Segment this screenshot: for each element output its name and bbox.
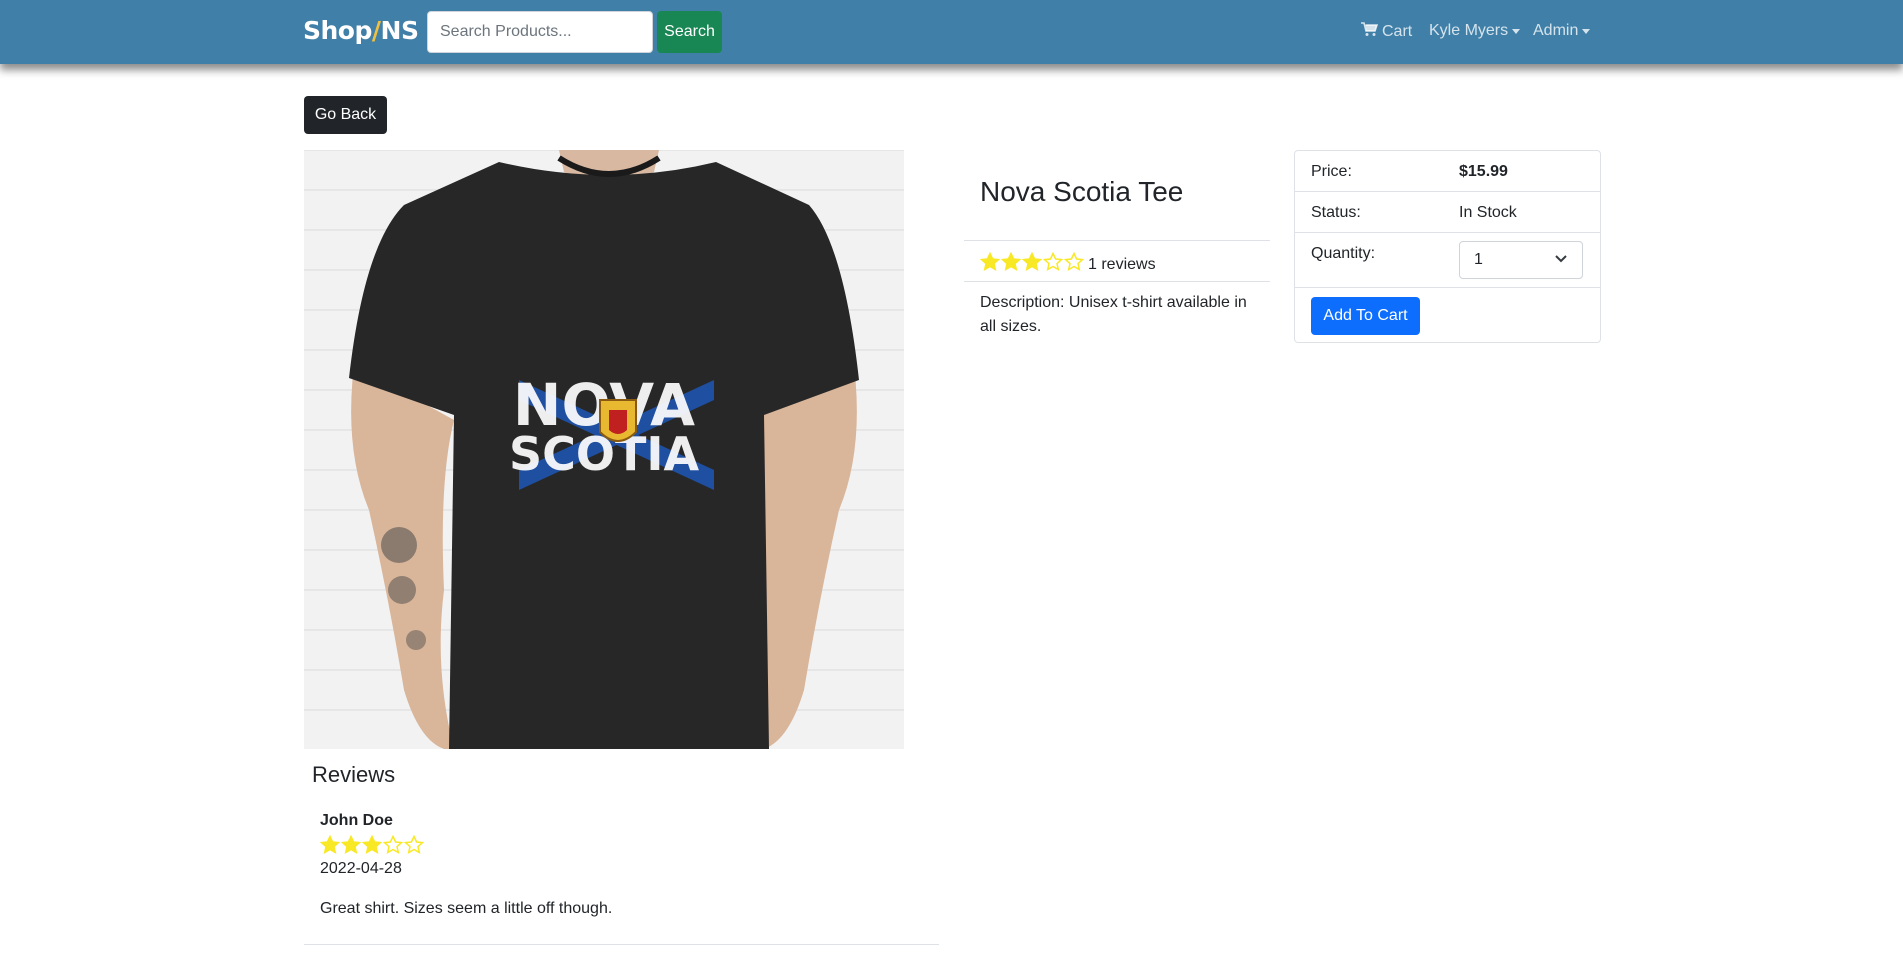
nav-cart-link[interactable]: Cart xyxy=(1361,22,1412,42)
reviews-count: 1 reviews xyxy=(1088,255,1156,273)
quantity-select[interactable]: 1 xyxy=(1459,241,1583,279)
quantity-value: 1 xyxy=(1474,251,1483,268)
star-full-icon xyxy=(361,834,383,854)
product-description: Description: Unisex t-shirt available in… xyxy=(980,294,1247,335)
rating-stars xyxy=(319,834,425,860)
admin-dropdown-label: Admin xyxy=(1533,22,1579,39)
star-empty-icon xyxy=(1042,251,1064,271)
star-full-icon xyxy=(1021,251,1043,271)
status-row: Status: In Stock xyxy=(1295,192,1600,233)
go-back-button[interactable]: Go Back xyxy=(304,96,387,134)
purchase-card: Price: $15.99 Status: In Stock Quantity:… xyxy=(1294,150,1601,343)
brand-text-ns: NS xyxy=(380,16,419,45)
divider xyxy=(304,944,939,945)
tshirt-illustration: NOVA SCOTIA xyxy=(349,150,859,749)
divider xyxy=(964,281,1270,282)
product-rating: 1 reviews xyxy=(979,251,1156,277)
price-value: $15.99 xyxy=(1459,163,1508,180)
star-empty-icon xyxy=(1063,251,1085,271)
user-dropdown-label: Kyle Myers xyxy=(1429,22,1509,39)
status-value: In Stock xyxy=(1459,204,1517,221)
star-empty-icon xyxy=(382,834,404,854)
star-full-icon xyxy=(979,251,1001,271)
admin-dropdown[interactable]: Admin xyxy=(1533,22,1591,40)
user-dropdown[interactable]: Kyle Myers xyxy=(1429,22,1521,40)
add-to-cart-button[interactable]: Add To Cart xyxy=(1311,297,1420,335)
nav-cart-label: Cart xyxy=(1382,23,1413,40)
star-empty-icon xyxy=(403,834,425,854)
review-date: 2022-04-28 xyxy=(320,860,402,877)
star-full-icon xyxy=(340,834,362,854)
search-input[interactable] xyxy=(427,11,653,53)
star-full-icon xyxy=(1000,251,1022,271)
price-row: Price: $15.99 xyxy=(1295,151,1600,192)
quantity-label: Quantity: xyxy=(1311,245,1376,262)
brand-logo[interactable]: Shop/NS xyxy=(303,16,419,45)
caret-down-icon xyxy=(1512,28,1521,34)
brand-slash: / xyxy=(371,16,381,45)
chevron-down-icon xyxy=(1554,251,1568,269)
navbar: Shop/NS Search Cart Kyle Myers Admin xyxy=(0,0,1903,64)
price-label: Price: xyxy=(1311,163,1352,180)
review-author: John Doe xyxy=(320,812,393,829)
reviews-heading: Reviews xyxy=(312,762,396,787)
status-label: Status: xyxy=(1311,204,1361,221)
product-image: NOVA SCOTIA xyxy=(304,150,904,749)
rating-stars xyxy=(979,251,1085,277)
review-comment: Great shirt. Sizes seem a little off tho… xyxy=(320,900,613,917)
brand-text-shop: Shop xyxy=(303,16,372,45)
cart-icon xyxy=(1361,22,1379,42)
search-button[interactable]: Search xyxy=(657,11,722,53)
review-rating xyxy=(319,834,425,860)
product-title: Nova Scotia Tee xyxy=(980,176,1184,207)
star-full-icon xyxy=(319,834,341,854)
divider xyxy=(964,240,1270,241)
caret-down-icon xyxy=(1582,28,1591,34)
